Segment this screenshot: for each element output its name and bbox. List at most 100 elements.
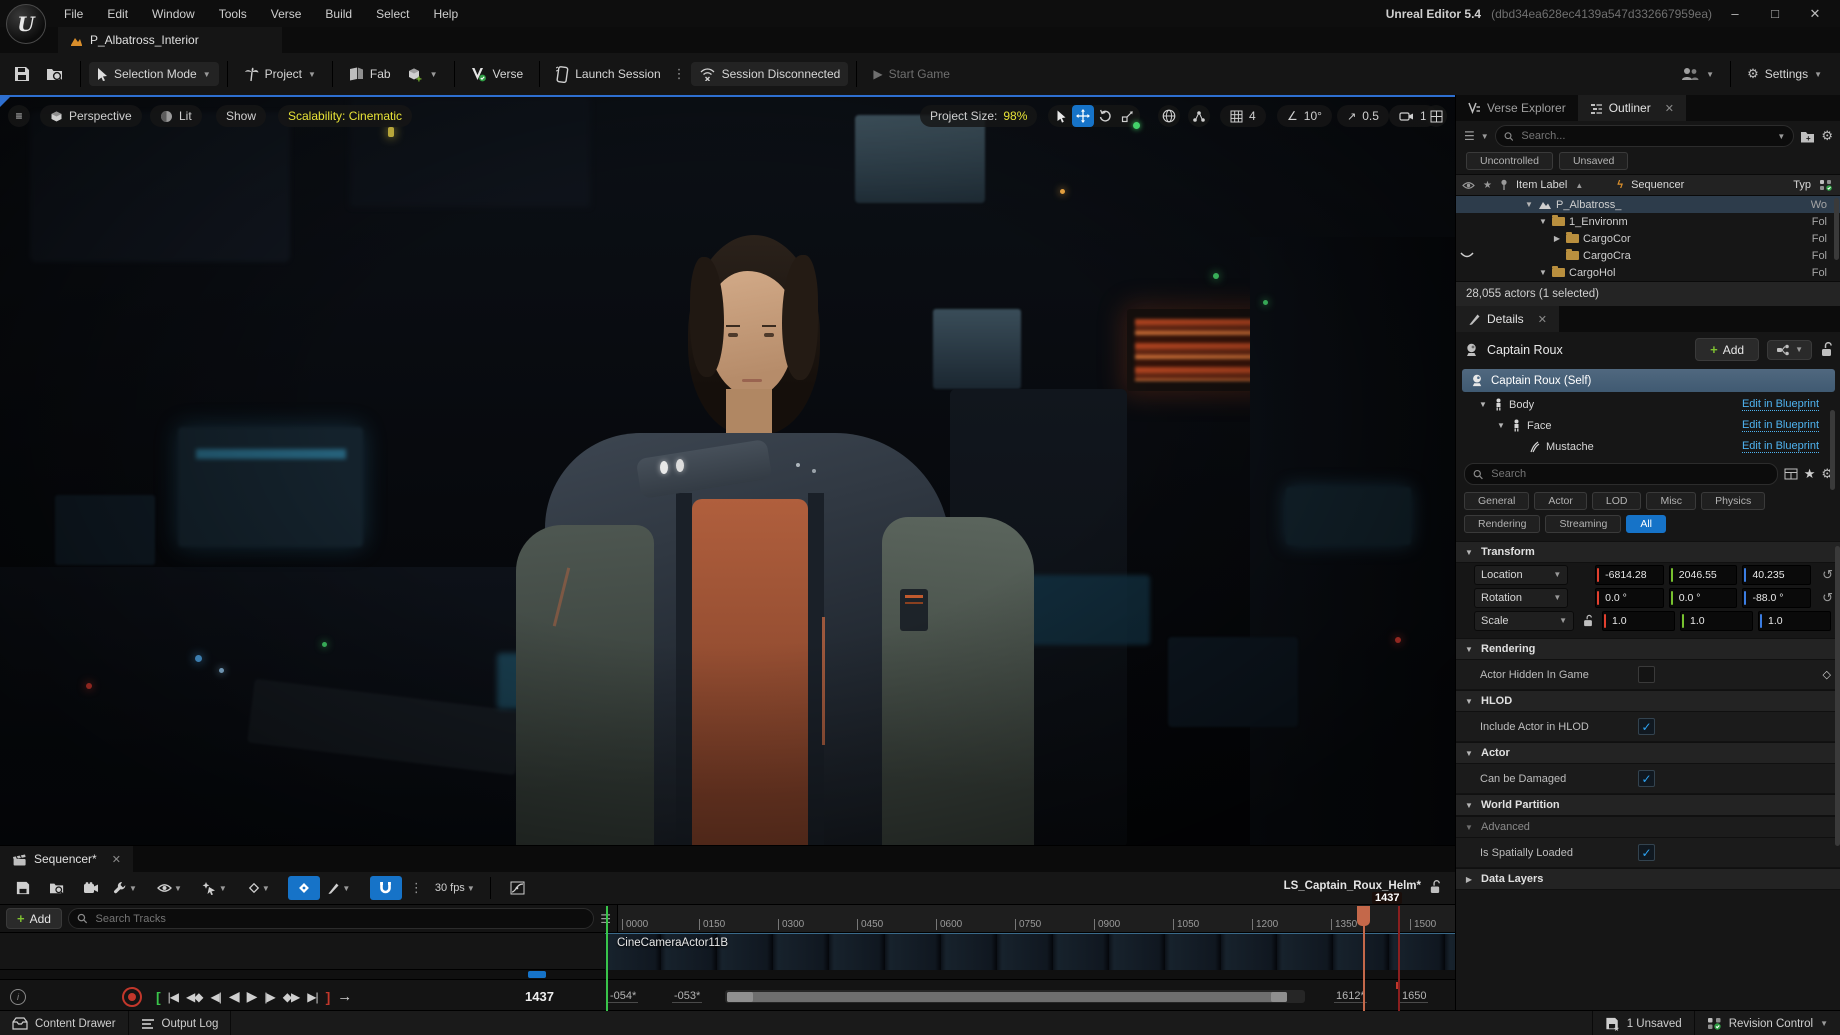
filter-lod[interactable]: LOD [1592,492,1642,510]
maximize-viewport-button[interactable] [1425,105,1447,127]
menu-help[interactable]: Help [421,0,470,27]
scrollbar-left-cap[interactable] [727,992,753,1002]
timeline-ruler[interactable]: 0000 0150 0300 0450 0600 0750 0900 1050 … [618,905,1455,932]
close-button[interactable]: ✕ [1798,3,1832,25]
outliner-row-folder[interactable]: CargoCra Fol [1456,247,1840,264]
outliner-row-world[interactable]: ▼ P_Albatross_ Wo [1456,196,1840,213]
filter-streaming[interactable]: Streaming [1545,515,1621,533]
start-game-button[interactable]: ▶ Start Game [865,62,958,86]
section-data-layers[interactable]: ▶ Data Layers [1456,868,1840,890]
favorites-star-icon[interactable]: ★ [1804,466,1816,482]
unlock-icon[interactable] [1820,342,1833,357]
location-x-field[interactable]: -6814.28 [1595,565,1664,585]
auto-key-button[interactable] [288,876,320,900]
level-tab[interactable]: P_Albatross_Interior [58,27,282,53]
actor-filter-dropdown[interactable]: ▼ [199,876,230,900]
outliner-settings-gear-icon[interactable]: ⚙ [1821,128,1833,144]
curve-editor-button[interactable] [503,876,533,900]
location-dropdown[interactable]: Location ▼ [1474,565,1568,585]
playhead-handle[interactable] [1357,906,1370,926]
playback-range-end[interactable]: 1650 [1400,990,1428,1003]
menu-tools[interactable]: Tools [207,0,259,27]
minimize-button[interactable]: – [1718,3,1752,25]
track-name[interactable]: CineCameraActor11B [617,937,728,949]
fab-button[interactable]: Fab [341,62,399,86]
reset-location-icon[interactable]: ↺ [1822,567,1833,583]
save-button[interactable] [6,61,38,87]
tab-outliner[interactable]: Outliner ✕ [1578,95,1686,121]
current-frame[interactable]: 1437 [525,989,554,1004]
location-y-field[interactable]: 2046.55 [1669,565,1738,585]
eye-closed-icon[interactable] [1460,252,1474,260]
view-range-start2[interactable]: -053* [672,990,702,1003]
expand-arrow-icon[interactable]: ▼ [1538,217,1548,226]
filter-misc[interactable]: Misc [1646,492,1696,510]
outliner-search-input[interactable] [1519,129,1771,143]
timeline-scrollbar-track[interactable] [725,990,1305,1003]
scale-snap-group[interactable]: ↗ 0.5 [1337,105,1389,127]
play-button[interactable]: ▶ [243,988,261,1005]
playback-range-start-marker[interactable] [606,906,608,1011]
outliner-row-folder[interactable]: ▼ CargoHol Fol [1456,264,1840,281]
component-row-self[interactable]: Captain Roux (Self) [1462,369,1835,392]
col-sequencer[interactable]: Sequencer [1631,179,1684,191]
to-end-button[interactable]: ▶| [303,990,321,1004]
select-tool[interactable] [1050,105,1072,127]
rotation-y-field[interactable]: 0.0 ° [1669,588,1738,608]
range-start-bracket[interactable]: [ [152,989,164,1005]
close-icon[interactable]: ✕ [112,853,121,866]
details-search-input[interactable] [1489,467,1768,481]
location-z-field[interactable]: 40.235 [1742,565,1811,585]
surface-snapping[interactable] [1188,105,1210,127]
sequencer-settings-dropdown[interactable]: ▼ [110,876,140,900]
next-key-button[interactable]: ◆▶ [279,990,303,1004]
outliner-row-folder[interactable]: ▶ CargoCor Fol [1456,230,1840,247]
view-options-dropdown[interactable]: ▼ [154,876,185,900]
scale-z-field[interactable]: 1.0 [1758,611,1831,631]
viewport-3d[interactable]: ≡ Perspective Lit Show Scalability: Cine… [0,95,1455,847]
content-browser-button[interactable] [38,61,72,87]
grid-snap-group[interactable]: 4 [1220,105,1266,127]
chip-unsaved[interactable]: Unsaved [1559,152,1628,170]
selection-mode-dropdown[interactable]: Selection Mode ▼ [89,62,219,86]
menu-select[interactable]: Select [364,0,421,27]
include-hlod-checkbox[interactable]: ✓ [1638,718,1655,735]
scale-y-field[interactable]: 1.0 [1680,611,1753,631]
scale-x-field[interactable]: 1.0 [1602,611,1675,631]
section-hlod[interactable]: ▼ HLOD [1456,690,1840,712]
filter-actor[interactable]: Actor [1534,492,1587,510]
expand-arrow-icon[interactable]: ▼ [1478,400,1488,409]
timeline-scrollbar-thumb[interactable] [727,992,1287,1002]
filter-rendering[interactable]: Rendering [1464,515,1540,533]
add-track-button[interactable]: + Add [6,908,62,929]
visibility-column-eye-icon[interactable] [1462,181,1475,190]
viewport-menu-button[interactable]: ≡ [8,105,30,127]
unsaved-button[interactable]: ★ 1 Unsaved [1592,1011,1694,1035]
add-content-dropdown[interactable]: + ▼ [399,61,446,88]
multi-user-dropdown[interactable]: ▼ [1672,62,1722,86]
snap-options-dots[interactable]: ⋮ [406,880,428,896]
rotate-tool[interactable] [1094,105,1116,127]
section-actor[interactable]: ▼ Actor [1456,742,1840,764]
filter-all[interactable]: All [1626,515,1666,533]
new-folder-icon[interactable]: + [1800,130,1815,143]
tab-sequencer[interactable]: Sequencer* ✕ [0,846,133,872]
to-front-button[interactable]: |◀ [164,990,182,1004]
edit-in-blueprint-link[interactable]: Edit in Blueprint [1742,419,1819,432]
actor-hidden-checkbox[interactable]: ✓ [1638,666,1655,683]
menu-edit[interactable]: Edit [95,0,140,27]
scale-tool[interactable] [1116,105,1138,127]
section-advanced[interactable]: ▼ Advanced [1456,816,1840,838]
component-row-body[interactable]: ▼ Body Edit in Blueprint [1456,394,1840,415]
sequencer-column-bolt-icon[interactable]: ϟ [1617,179,1623,191]
play-reverse-button[interactable]: ◀ [225,988,243,1005]
browse-sequence-button[interactable] [42,876,72,900]
previous-key-button[interactable]: ◀◆ [182,990,206,1004]
maximize-button[interactable]: □ [1758,3,1792,25]
sequence-unlock-icon[interactable] [1429,880,1441,894]
range-end-bracket[interactable]: ] [322,989,334,1005]
verse-button[interactable]: Verse [463,62,532,87]
move-tool[interactable] [1072,105,1094,127]
keyframe-options-dropdown[interactable]: ▼ [244,876,274,900]
world-space-toggle[interactable] [1158,105,1180,127]
